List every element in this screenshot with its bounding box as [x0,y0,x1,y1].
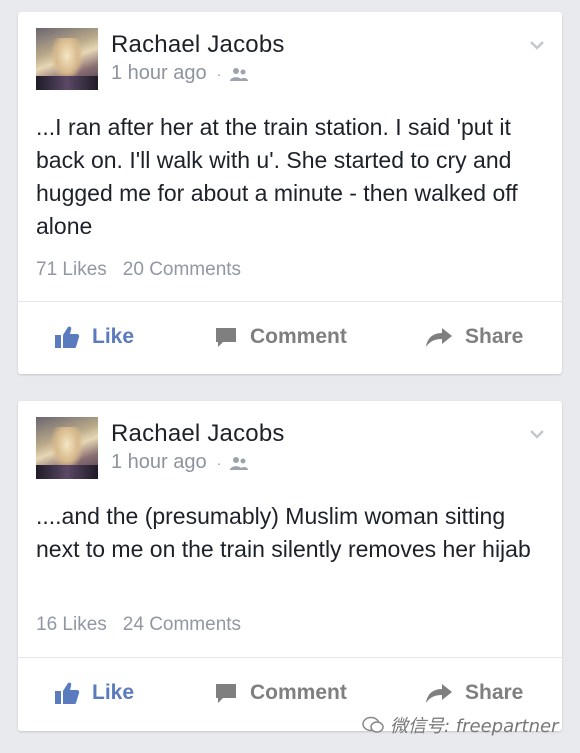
like-label: Like [92,681,135,704]
post-stats: 71 Likes 20 Comments [36,259,241,281]
like-button[interactable]: Like [54,325,134,349]
avatar[interactable] [36,417,98,479]
share-button[interactable]: Share [425,681,523,705]
post-card: Rachael Jacobs 1 hour ago · ....and the … [18,401,562,731]
comment-label: Comment [250,681,347,704]
chevron-down-icon[interactable] [530,427,544,441]
share-label: Share [465,681,524,704]
comment-label: Comment [250,325,347,348]
post-timestamp[interactable]: 1 hour ago [111,451,207,474]
like-label: Like [92,325,135,348]
author-name[interactable]: Rachael Jacobs [111,31,285,59]
share-label: Share [465,325,524,348]
comment-icon [216,684,236,703]
post-stats: 16 Likes 24 Comments [36,614,241,636]
post-timestamp[interactable]: 1 hour ago [111,62,207,85]
action-bar: Like Comment Share [18,302,562,372]
meta-separator: · [216,65,222,82]
chevron-down-icon[interactable] [530,38,544,52]
comment-icon [216,328,236,347]
friends-icon[interactable] [229,455,249,471]
share-button[interactable]: Share [425,325,523,349]
share-arrow-icon [426,328,452,347]
post-meta: 1 hour ago · [111,62,249,85]
comments-count[interactable]: 24 Comments [123,614,241,635]
wechat-icon [362,716,384,733]
comments-count[interactable]: 20 Comments [123,259,241,280]
wechat-watermark: 微信号: freepartner [362,712,558,738]
post-text: ....and the (presumably) Muslim woman si… [36,503,531,562]
post-card: Rachael Jacobs 1 hour ago · ...I ran aft… [18,12,562,374]
avatar[interactable] [36,28,98,90]
post-meta: 1 hour ago · [111,451,249,474]
likes-count[interactable]: 16 Likes [36,614,107,635]
comment-button[interactable]: Comment [214,681,347,705]
share-arrow-icon [426,684,452,703]
thumbs-up-icon [55,682,80,704]
author-name[interactable]: Rachael Jacobs [111,420,285,448]
friends-icon[interactable] [229,66,249,82]
watermark-text: 微信号: freepartner [390,716,559,737]
likes-count[interactable]: 71 Likes [36,259,107,280]
like-button[interactable]: Like [54,681,134,705]
thumbs-up-icon [55,326,80,348]
comment-button[interactable]: Comment [214,325,347,349]
meta-separator: · [216,454,222,471]
post-text: ...I ran after her at the train station.… [36,114,518,239]
